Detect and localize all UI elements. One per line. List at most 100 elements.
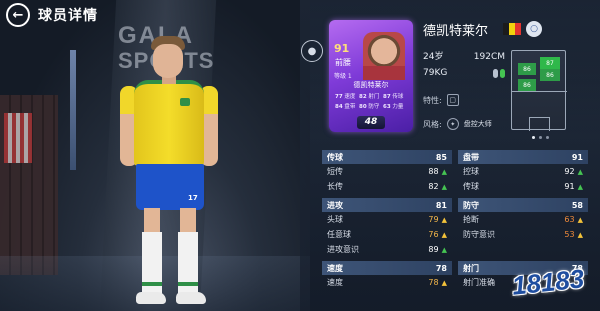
stat-group: 盘带 91 控球 92 ▲ 传球 91 ▲ [458, 150, 588, 194]
player-card[interactable]: 91 前腰 等级 1 德凯特莱尔 77 速度 82 射门 87 传球 84 盘带… [329, 20, 413, 132]
style-row: 风格: ✦ 盘控大师 [423, 118, 492, 130]
trend-up-icon: ▲ [441, 278, 447, 287]
pitch-zone: 86 [518, 63, 536, 75]
stat-value-text: 53 [564, 230, 575, 239]
formation-switch-icon[interactable]: ● [301, 40, 323, 62]
stat-value: 76 ▲ [428, 230, 447, 239]
stat-row: 控球 92 ▲ [458, 164, 588, 179]
card-stat: 82 射门 [359, 94, 380, 100]
stat-group-name: 进攻 [327, 200, 343, 210]
stat-value: 78 ▲ [428, 278, 447, 287]
player-weight: 79KG [423, 68, 448, 78]
player-3d-model[interactable]: 17 [110, 36, 230, 311]
jersey-number: 17 [188, 194, 198, 202]
carousel-dot[interactable] [532, 136, 535, 139]
stat-value: 63 ▲ [564, 215, 583, 224]
stat-value: 91 ▲ [564, 182, 583, 191]
stat-value-text: 91 [564, 182, 575, 191]
card-level: 等级 1 [334, 73, 352, 80]
player-shorts [136, 164, 204, 210]
card-stat: 87 传球 [383, 94, 404, 100]
position-pitch-map[interactable]: 87 86 86 86 [511, 50, 567, 131]
player-showcase-stage: GALA SPORTS 17 [0, 0, 310, 311]
stat-group-header[interactable]: 速度 78 [322, 261, 452, 275]
stat-value: 92 ▲ [564, 167, 583, 176]
trend-up-icon: ▲ [577, 167, 583, 176]
card-stat: 80 防守 [359, 104, 380, 110]
player-left-boot [136, 292, 166, 304]
style-label: 风格: [423, 119, 442, 129]
player-head [153, 44, 183, 78]
stat-group-header[interactable]: 盘带 91 [458, 150, 588, 164]
stat-name: 抢断 [463, 215, 479, 224]
stat-group-value: 78 [435, 263, 447, 273]
stat-row: 进攻意识 89 ▲ [322, 242, 452, 257]
stat-row: 传球 91 ▲ [458, 179, 588, 194]
trend-up-icon: ▲ [441, 215, 447, 224]
card-portrait [363, 32, 405, 80]
stat-group: 传球 85 短传 88 ▲ 长传 82 ▲ [322, 150, 452, 194]
stat-value: 82 ▲ [428, 182, 447, 191]
stat-group-value: 81 [435, 200, 447, 210]
dribble-style-icon[interactable]: ✦ [446, 118, 459, 130]
stat-group-name: 防守 [463, 200, 479, 210]
card-rating: 91 [334, 42, 350, 55]
stat-name: 速度 [327, 278, 343, 287]
trend-up-icon: ▲ [577, 182, 583, 191]
card-stat: 77 速度 [335, 94, 356, 100]
stat-group-value: 91 [571, 152, 583, 162]
stat-value-text: 92 [564, 167, 575, 176]
stat-value-text: 79 [428, 215, 439, 224]
stat-value: 89 ▲ [428, 245, 447, 254]
stat-group-name: 盘带 [463, 152, 479, 162]
stat-group-value: 85 [435, 152, 447, 162]
trend-up-icon: ▲ [577, 215, 583, 224]
stat-group-header[interactable]: 进攻 81 [322, 198, 452, 212]
trend-up-icon: ▲ [441, 182, 447, 191]
stat-row: 头球 79 ▲ [322, 212, 452, 227]
stat-name: 短传 [327, 167, 343, 176]
striped-jersey-decoration [4, 113, 32, 163]
weight-foot-row: 79KG [423, 65, 505, 81]
player-age: 24岁 [423, 52, 444, 62]
stat-name: 头球 [327, 215, 343, 224]
pitch-zone: 86 [540, 69, 560, 81]
trend-up-icon: ▲ [441, 245, 447, 254]
card-player-name: 德凯特莱尔 [353, 81, 389, 89]
player-right-boot [176, 292, 206, 304]
style-value: 盘控大师 [463, 120, 492, 128]
stat-group-header[interactable]: 防守 58 [458, 198, 588, 212]
trait-row: 特性: ▢ [423, 94, 459, 106]
back-arrow-icon[interactable]: ← [6, 3, 30, 27]
stat-row: 速度 78 ▲ [322, 275, 452, 290]
player-right-sock [178, 232, 198, 296]
stat-value-text: 63 [564, 215, 575, 224]
stat-group-name: 射门 [463, 263, 479, 273]
stat-row: 长传 82 ▲ [322, 179, 452, 194]
preferred-foot-icon [493, 68, 505, 78]
stat-value-text: 78 [428, 278, 439, 287]
carousel-dots [532, 136, 549, 139]
stat-group-header[interactable]: 传球 85 [322, 150, 452, 164]
card-stat: 63 力量 [383, 104, 404, 110]
lock-icon[interactable]: ▢ [446, 94, 459, 106]
stat-group-name: 传球 [327, 152, 343, 162]
stat-row: 抢断 63 ▲ [458, 212, 588, 227]
stat-value-text: 88 [428, 167, 439, 176]
player-shirt [134, 80, 204, 166]
stat-group-value: 58 [571, 200, 583, 210]
stat-row: 短传 88 ▲ [322, 164, 452, 179]
trait-label: 特性: [423, 95, 442, 105]
stat-name: 任意球 [327, 230, 351, 239]
carousel-dot[interactable] [546, 136, 549, 139]
stat-value-text: 82 [428, 182, 439, 191]
stat-group: 防守 58 抢断 63 ▲ 防守意识 53 ▲ [458, 198, 588, 257]
carousel-dot[interactable] [539, 136, 542, 139]
player-bio: 24岁 192CM 79KG [423, 49, 505, 81]
stat-name: 进攻意识 [327, 245, 359, 254]
card-stats: 77 速度 82 射门 87 传球 84 盘带 80 防守 63 力量 [335, 92, 407, 110]
stat-name: 射门准确 [463, 278, 495, 287]
stat-name: 传球 [463, 182, 479, 191]
trend-up-icon: ▲ [441, 167, 447, 176]
card-badge: 48 [357, 116, 385, 129]
